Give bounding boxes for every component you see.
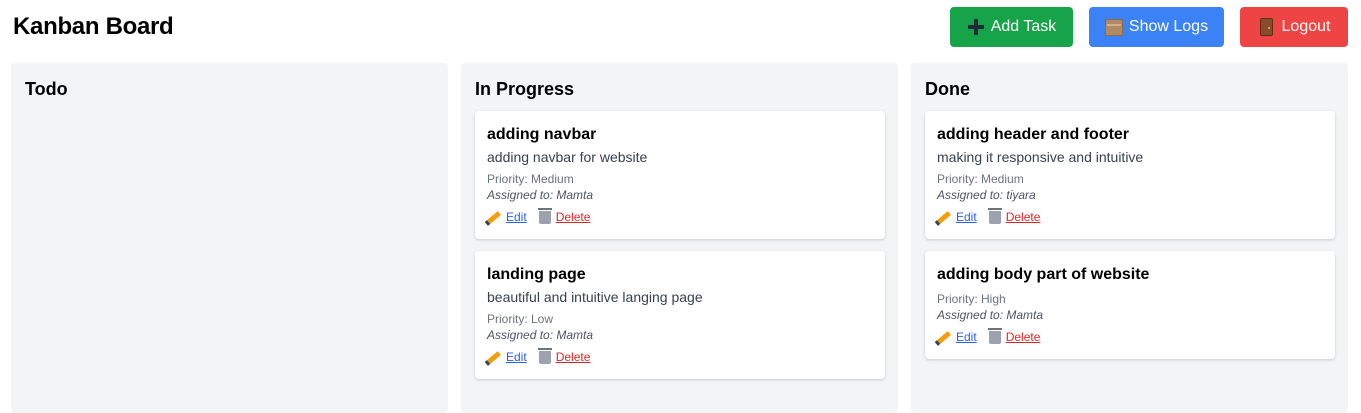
delete-label: Delete	[555, 210, 591, 224]
trash-icon	[987, 327, 1002, 344]
delete-link[interactable]: Delete	[537, 207, 591, 224]
trash-icon	[537, 207, 552, 224]
task-actions: Edit Delete	[487, 347, 591, 364]
logout-label: Logout	[1281, 18, 1331, 35]
page-title: Kanban Board	[13, 13, 174, 40]
pencil-icon	[937, 330, 951, 344]
column-done: Done adding header and footer making it …	[911, 63, 1348, 413]
task-priority: Priority: Medium	[937, 172, 1024, 186]
task-card[interactable]: adding header and footer making it respo…	[925, 111, 1335, 239]
delete-label: Delete	[1005, 210, 1041, 224]
task-assignee: Assigned to: tiyara	[937, 188, 1036, 202]
task-priority: Priority: High	[937, 292, 1006, 306]
edit-label: Edit	[506, 350, 527, 364]
column-title: Todo	[25, 79, 68, 99]
task-description: adding navbar for website	[487, 149, 648, 165]
edit-link[interactable]: Edit	[937, 330, 977, 344]
door-icon	[1258, 18, 1276, 36]
trash-icon	[537, 347, 552, 364]
logout-button[interactable]: Logout	[1240, 7, 1348, 47]
show-logs-button[interactable]: Show Logs	[1089, 7, 1224, 47]
delete-label: Delete	[555, 350, 591, 364]
show-logs-label: Show Logs	[1128, 18, 1209, 35]
pencil-icon	[487, 350, 501, 364]
edit-link[interactable]: Edit	[487, 350, 527, 364]
edit-label: Edit	[956, 330, 977, 344]
edit-label: Edit	[956, 210, 977, 224]
task-card[interactable]: adding navbar adding navbar for website …	[475, 111, 885, 239]
task-assignee: Assigned to: Mamta	[487, 188, 594, 202]
edit-label: Edit	[506, 210, 527, 224]
task-description: beautiful and intuitive langing page	[487, 289, 703, 305]
task-assignee: Assigned to: Mamta	[937, 308, 1044, 322]
column-in-progress: In Progress adding navbar adding navbar …	[461, 63, 898, 413]
task-assignee: Assigned to: Mamta	[487, 328, 594, 342]
task-description: making it responsive and intuitive	[937, 149, 1144, 165]
add-task-button[interactable]: Add Task	[950, 7, 1073, 47]
header: Kanban Board Add Task Show Logs Logout	[0, 0, 1361, 54]
box-icon	[1104, 18, 1123, 36]
task-title: landing page	[487, 266, 586, 283]
task-card[interactable]: adding body part of website Priority: Hi…	[925, 251, 1335, 359]
task-card[interactable]: landing page beautiful and intuitive lan…	[475, 251, 885, 379]
task-actions: Edit Delete	[937, 327, 1041, 344]
task-actions: Edit Delete	[937, 207, 1041, 224]
task-actions: Edit Delete	[487, 207, 591, 224]
edit-link[interactable]: Edit	[487, 210, 527, 224]
column-title: Done	[925, 79, 970, 99]
edit-link[interactable]: Edit	[937, 210, 977, 224]
column-todo: Todo	[11, 63, 448, 413]
delete-link[interactable]: Delete	[987, 207, 1041, 224]
pencil-icon	[487, 210, 501, 224]
task-priority: Priority: Medium	[487, 172, 574, 186]
task-priority: Priority: Low	[487, 312, 554, 326]
task-title: adding body part of website	[937, 266, 1150, 283]
plus-icon	[967, 18, 985, 36]
delete-link[interactable]: Delete	[987, 327, 1041, 344]
delete-link[interactable]: Delete	[537, 347, 591, 364]
task-title: adding navbar	[487, 126, 597, 143]
trash-icon	[987, 207, 1002, 224]
add-task-label: Add Task	[990, 18, 1057, 35]
task-title: adding header and footer	[937, 126, 1130, 143]
pencil-icon	[937, 210, 951, 224]
column-title: In Progress	[475, 79, 575, 99]
delete-label: Delete	[1005, 330, 1041, 344]
